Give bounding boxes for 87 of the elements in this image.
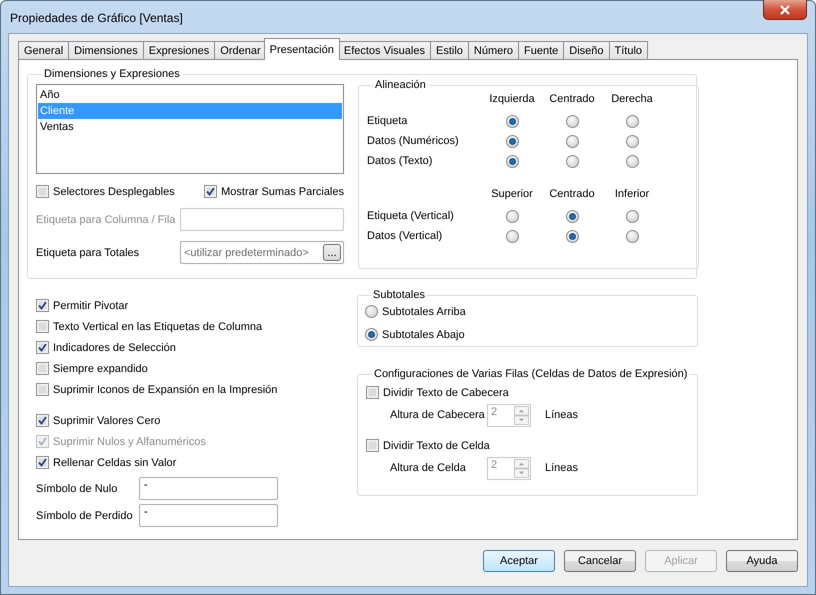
field-label: Altura de Cabecera <box>390 409 486 421</box>
tab[interactable]: Ordenar <box>214 41 266 60</box>
column-header: Derecha <box>610 92 654 107</box>
column-header: Inferior <box>614 187 650 202</box>
checkbox-label: Siempre expandido <box>53 362 148 374</box>
tab[interactable]: Diseño <box>563 41 609 60</box>
row-label: Datos (Texto) <box>367 154 434 169</box>
radio-button[interactable] <box>566 154 578 168</box>
radio-button[interactable] <box>506 230 518 242</box>
text-field[interactable]: - <box>139 504 278 527</box>
radio-button[interactable] <box>566 114 578 128</box>
checkbox-label: Permitir Pivotar <box>53 300 128 312</box>
checkbox-label: Indicadores de Selección <box>53 342 176 354</box>
tab[interactable]: Número <box>468 41 518 60</box>
checkbox[interactable] <box>36 341 49 354</box>
tab[interactable]: Título <box>608 41 648 60</box>
radio-button[interactable] <box>626 154 638 168</box>
column-header: Superior <box>490 187 534 202</box>
radio-button[interactable] <box>566 134 578 148</box>
field-label: Símbolo de Nulo <box>36 482 118 494</box>
field-label: Etiqueta para Totales <box>36 246 140 258</box>
radio-button[interactable] <box>626 114 638 128</box>
checkbox[interactable] <box>36 414 49 427</box>
tab[interactable]: Estilo <box>430 41 468 60</box>
checkbox-label: Suprimir Iconos de Expansión en la Impresión <box>53 384 278 396</box>
radio-button[interactable] <box>566 210 578 222</box>
radio-label: Subtotales Abajo <box>382 328 465 340</box>
radio-button[interactable] <box>626 210 638 222</box>
row-label: Datos (Vertical) <box>367 229 444 244</box>
checkbox-label: Mostrar Sumas Parciales <box>221 186 344 198</box>
field-label: Símbolo de Perdido <box>36 510 134 522</box>
field-label: Etiqueta para Columna / Fila <box>36 214 176 226</box>
checkbox[interactable] <box>36 362 49 375</box>
checkbox-label: Dividir Texto de Cabecera <box>383 386 509 398</box>
group-title: Subtotales <box>372 289 426 301</box>
tab[interactable]: Expresiones <box>142 41 214 60</box>
radio-button[interactable] <box>626 134 638 148</box>
radio-button[interactable] <box>506 154 518 168</box>
radio-button[interactable] <box>506 210 518 222</box>
row-label: Etiqueta (Vertical) <box>367 209 455 224</box>
row-label: Datos (Numéricos) <box>367 134 460 149</box>
tab[interactable]: Presentación <box>264 38 340 60</box>
checkbox[interactable] <box>36 383 49 396</box>
checkbox[interactable] <box>204 185 218 198</box>
unit-label: Líneas <box>545 409 578 421</box>
tab[interactable]: Dimensiones <box>68 41 143 60</box>
checkbox[interactable] <box>36 299 49 312</box>
unit-label: Líneas <box>545 462 578 474</box>
group-title: Alineación <box>374 79 427 91</box>
tab[interactable]: Fuente <box>518 41 564 60</box>
text-field[interactable]: - <box>139 477 278 500</box>
checkbox-label: Dividir Texto de Celda <box>383 440 490 452</box>
radio-label: Subtotales Arriba <box>382 306 466 318</box>
checkbox-label: Suprimir Valores Cero <box>53 414 160 426</box>
list-item[interactable]: Año <box>38 87 342 103</box>
text-field[interactable] <box>180 208 344 231</box>
checkbox-label: Selectores Desplegables <box>53 186 175 198</box>
text-field[interactable]: <utilizar predeterminado> ... <box>180 241 344 264</box>
column-header: Centrado <box>548 92 596 107</box>
close-icon <box>779 4 791 14</box>
group-title: Configuraciones de Varias Filas (Celdas de Datos de Expresión) <box>373 368 688 380</box>
radio-button[interactable] <box>365 305 378 318</box>
checkbox-label: Rellenar Celdas sin Valor <box>53 456 176 468</box>
close-button[interactable] <box>763 0 807 20</box>
radio-button[interactable] <box>506 114 518 128</box>
radio-button[interactable] <box>365 328 378 341</box>
tab[interactable]: Efectos Visuales <box>338 41 430 60</box>
radio-button[interactable] <box>626 230 638 242</box>
tab[interactable]: General <box>18 41 68 60</box>
group-title: Dimensiones y Expresiones <box>43 68 181 80</box>
dialog-button[interactable]: Ayuda <box>726 550 798 572</box>
checkbox[interactable] <box>36 456 49 469</box>
row-label: Etiqueta <box>367 114 408 129</box>
browse-button[interactable]: ... <box>323 244 341 261</box>
dialog-button[interactable]: Cancelar <box>564 550 636 572</box>
list-item[interactable]: Ventas <box>38 119 342 135</box>
column-header: Centrado <box>548 187 596 202</box>
field-label: Altura de Celda <box>390 462 467 474</box>
radio-button[interactable] <box>566 230 578 242</box>
column-header: Izquierda <box>488 92 536 107</box>
checkbox[interactable] <box>36 185 49 198</box>
checkbox[interactable] <box>36 320 49 333</box>
checkbox-label: Suprimir Nulos y Alfanuméricos <box>53 436 206 448</box>
checkbox-label: Texto Vertical en las Etiquetas de Columna <box>53 320 262 332</box>
window-title: Propiedades de Gráfico [Ventas] <box>10 11 183 25</box>
radio-button[interactable] <box>506 134 518 148</box>
dialog-button[interactable]: Aceptar <box>483 550 555 572</box>
